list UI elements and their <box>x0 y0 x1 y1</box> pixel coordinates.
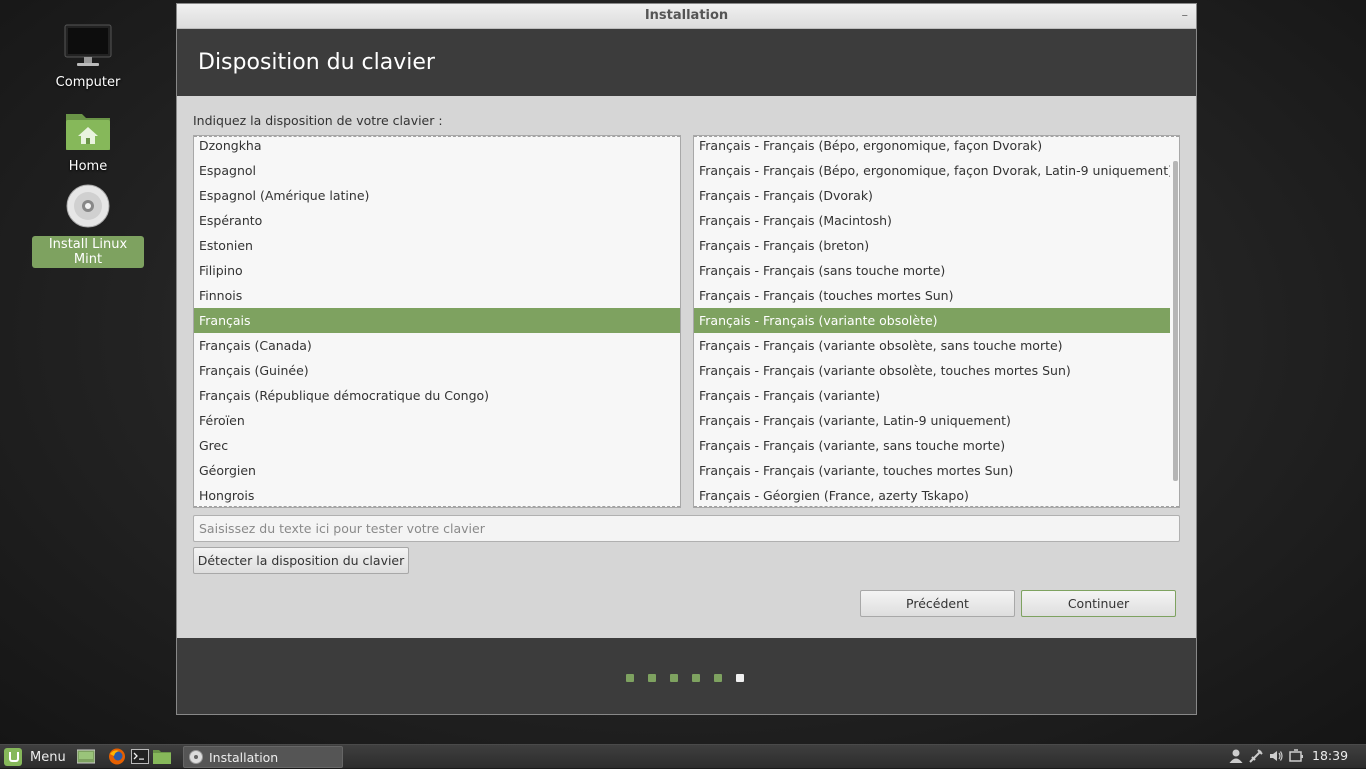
show-desktop-icon[interactable] <box>76 748 96 765</box>
layout-list-item[interactable]: Finnois <box>194 283 680 308</box>
variant-list-item[interactable]: Français - Français (variante, Latin-9 u… <box>694 408 1170 433</box>
progress-step-dot <box>736 674 744 682</box>
variant-list-item[interactable]: Français - Français (breton) <box>694 233 1170 258</box>
taskbar: Menu Installation 18:39 <box>0 744 1366 768</box>
progress-step-dot <box>648 674 656 682</box>
desktop-icon-label: Home <box>68 159 108 174</box>
list-bottom-divider <box>694 506 1179 507</box>
variant-list-item[interactable]: Français - Français (Bépo, ergonomique, … <box>694 158 1170 183</box>
monitor-icon <box>64 22 112 70</box>
progress-dots <box>626 671 758 686</box>
desktop-icon-computer[interactable]: Computer <box>32 22 144 91</box>
terminal-icon[interactable] <box>131 748 149 765</box>
progress-step-dot <box>692 674 700 682</box>
network-icon[interactable] <box>1248 748 1264 764</box>
page-title: Disposition du clavier <box>198 50 435 75</box>
variant-list-item[interactable]: Français - Français (variante, sans touc… <box>694 433 1170 458</box>
progress-footer <box>177 638 1196 714</box>
layout-list-item[interactable]: Grec <box>194 433 680 458</box>
variant-list-item[interactable]: Français - Géorgien (France, azerty Tska… <box>694 483 1170 507</box>
desktop-icon-label: Computer <box>55 75 121 90</box>
detect-layout-button[interactable]: Détecter la disposition du clavier <box>193 547 409 574</box>
layout-list-item[interactable]: Espéranto <box>194 208 680 233</box>
layout-list-item[interactable]: Espagnol (Amérique latine) <box>194 183 680 208</box>
firefox-icon[interactable] <box>108 748 126 765</box>
layout-list-item[interactable]: Estonien <box>194 233 680 258</box>
disc-icon <box>64 184 112 232</box>
layout-list-item[interactable]: Français <box>194 308 680 333</box>
list-bottom-divider <box>194 506 680 507</box>
layout-list-item[interactable]: Féroïen <box>194 408 680 433</box>
variant-list-scrollbar[interactable] <box>1173 161 1178 481</box>
taskbar-window-installation[interactable]: Installation <box>183 746 343 768</box>
variant-list[interactable]: Français - Français (Bépo, ergonomique, … <box>693 135 1180 508</box>
desktop-icon-home[interactable]: Home <box>32 106 144 175</box>
layout-list-item[interactable]: Filipino <box>194 258 680 283</box>
layout-list-item[interactable]: Français (Guinée) <box>194 358 680 383</box>
variant-list-item[interactable]: Français - Français (variante) <box>694 383 1170 408</box>
clock: 18:39 <box>1312 748 1349 763</box>
previous-button[interactable]: Précédent <box>860 590 1015 617</box>
variant-list-item[interactable]: Français - Français (variante, touches m… <box>694 458 1170 483</box>
window-titlebar[interactable]: Installation – <box>177 4 1196 29</box>
progress-step-dot <box>626 674 634 682</box>
layout-list-item[interactable]: Espagnol <box>194 158 680 183</box>
variant-list-item[interactable]: Français - Français (variante obsolète, … <box>694 333 1170 358</box>
variant-list-item[interactable]: Français - Français (Macintosh) <box>694 208 1170 233</box>
list-top-divider <box>694 136 1179 137</box>
variant-list-item[interactable]: Français - Français (sans touche morte) <box>694 258 1170 283</box>
volume-icon[interactable] <box>1268 748 1284 764</box>
variant-list-item[interactable]: Français - Français (variante obsolète) <box>694 308 1170 333</box>
mint-logo-icon <box>4 748 22 766</box>
continue-button[interactable]: Continuer <box>1021 590 1176 617</box>
desktop-icon-label: Install Linux Mint <box>32 236 144 268</box>
layout-list-item[interactable]: Géorgien <box>194 458 680 483</box>
battery-icon[interactable] <box>1289 748 1305 764</box>
layout-list-item[interactable]: Dzongkha <box>194 136 680 158</box>
layout-list-item[interactable]: Hongrois <box>194 483 680 507</box>
content-area: Indiquez la disposition de votre clavier… <box>177 96 1196 638</box>
list-top-divider <box>194 136 680 137</box>
desktop-icon-install-linux-mint[interactable]: Install Linux Mint <box>32 184 144 268</box>
home-folder-icon <box>64 106 112 154</box>
layout-list-item[interactable]: Français (République démocratique du Con… <box>194 383 680 408</box>
page-header: Disposition du clavier <box>177 29 1196 96</box>
progress-step-dot <box>670 674 678 682</box>
window-title: Installation <box>644 8 729 23</box>
installer-window: Installation – Disposition du clavier In… <box>176 3 1197 715</box>
disc-icon <box>189 750 203 764</box>
variant-list-item[interactable]: Français - Français (Bépo, ergonomique, … <box>694 136 1170 158</box>
user-icon[interactable] <box>1228 748 1244 764</box>
keyboard-test-input[interactable] <box>193 515 1180 542</box>
menu-label: Menu <box>30 749 66 765</box>
variant-list-item[interactable]: Français - Français (Dvorak) <box>694 183 1170 208</box>
layout-prompt: Indiquez la disposition de votre clavier… <box>193 113 443 128</box>
task-label: Installation <box>209 749 279 765</box>
layout-list-item[interactable]: Français (Canada) <box>194 333 680 358</box>
files-icon[interactable] <box>153 748 171 765</box>
variant-list-item[interactable]: Français - Français (touches mortes Sun) <box>694 283 1170 308</box>
layout-list[interactable]: Dzongkha Espagnol Espagnol (Amérique latin… <box>193 135 681 508</box>
variant-list-item[interactable]: Français - Français (variante obsolète, … <box>694 358 1170 383</box>
progress-step-dot <box>714 674 722 682</box>
minimize-button[interactable]: – <box>1182 4 1189 28</box>
menu-button[interactable]: Menu <box>4 746 66 768</box>
